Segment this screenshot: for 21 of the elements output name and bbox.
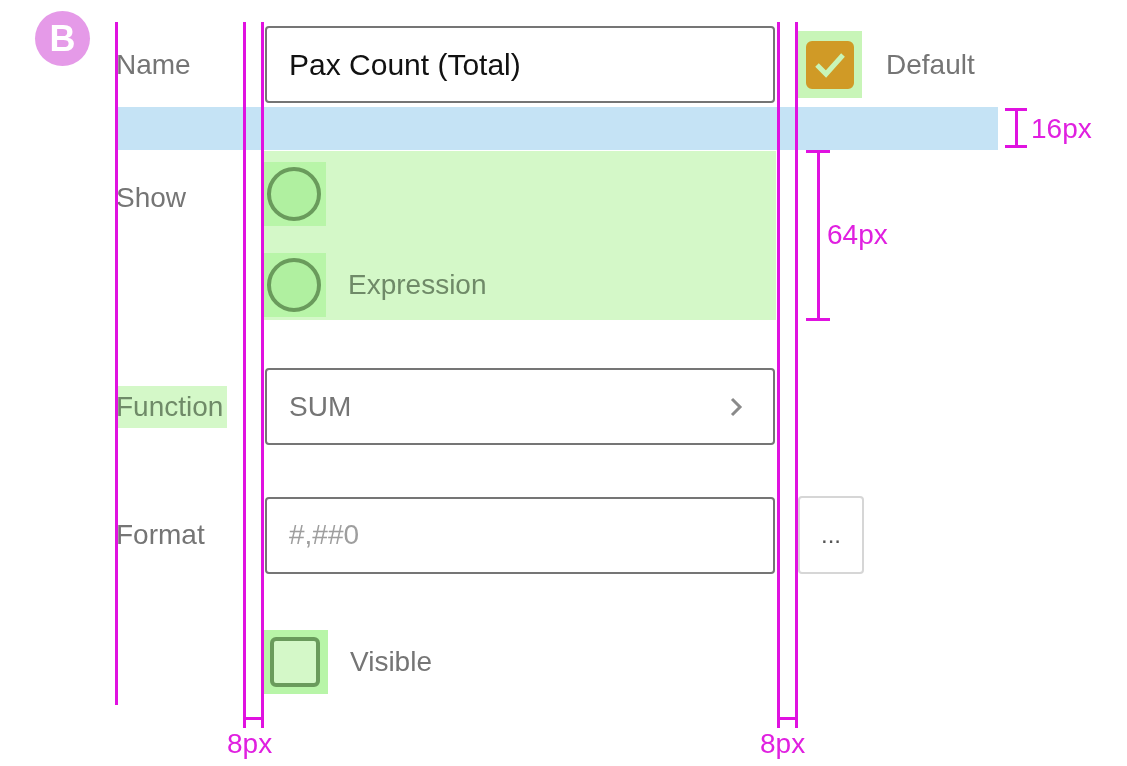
radio-button[interactable] <box>265 256 323 314</box>
dimension-label: 8px <box>760 728 806 760</box>
field-label: Name <box>116 47 191 82</box>
field-label: Function <box>116 385 228 428</box>
more-button[interactable]: ... <box>798 496 864 574</box>
text-field[interactable]: #,##0 <box>265 496 775 574</box>
field-label: Format <box>116 518 205 552</box>
text-field[interactable]: Pax Count (Total) <box>265 26 775 103</box>
dimension-label: 64px <box>827 219 888 251</box>
radio-button[interactable] <box>265 165 323 223</box>
checkbox-label: Visible <box>350 646 432 678</box>
chevron-right-icon <box>729 395 743 418</box>
dimension-label: 8px <box>227 728 273 760</box>
section-badge: B <box>35 11 90 66</box>
checkbox[interactable] <box>270 637 320 687</box>
dimension-label: 16px <box>1031 113 1092 145</box>
field-label: Show <box>116 181 187 215</box>
checkbox[interactable] <box>806 40 854 89</box>
checkbox-label: Default <box>886 48 975 81</box>
function-dropdown[interactable]: SUM <box>265 368 775 445</box>
radio-label: Expression <box>348 269 487 301</box>
